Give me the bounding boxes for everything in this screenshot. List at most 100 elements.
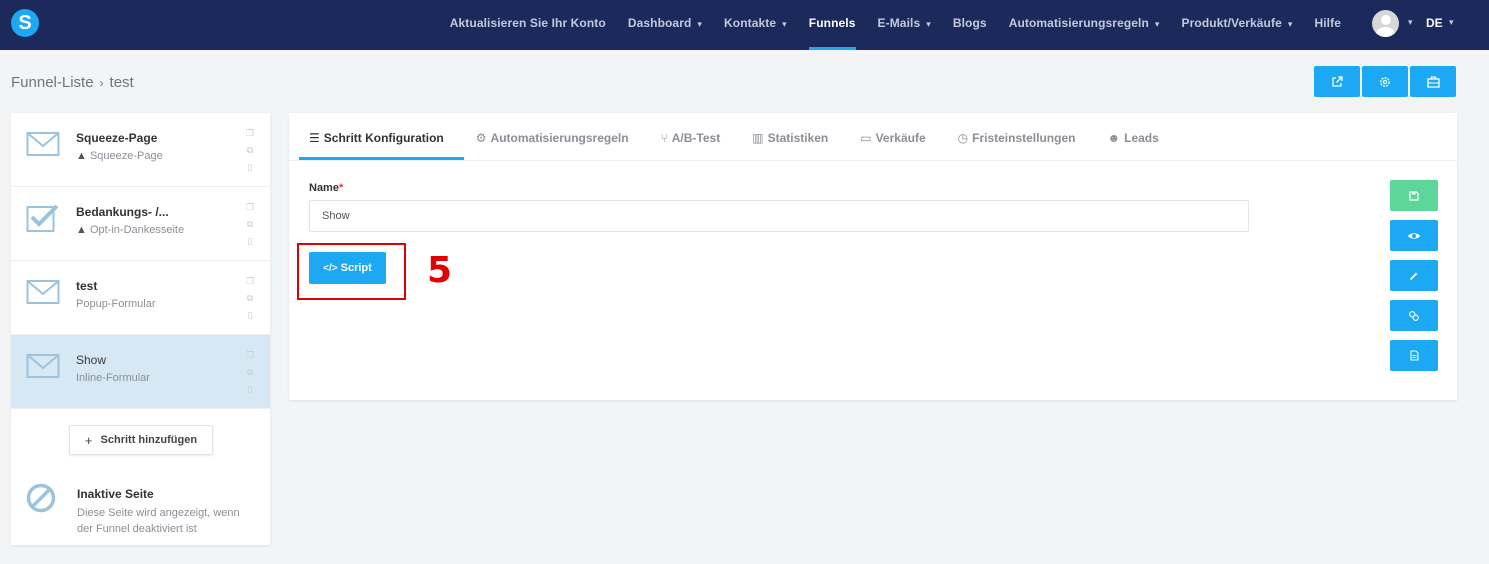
tab-divider xyxy=(289,160,1457,161)
add-step-button[interactable]: + Schritt hinzufügen xyxy=(69,425,213,455)
nav-item-automatisierungsregeln[interactable]: Automatisierungsregeln ▾ xyxy=(1009,0,1160,50)
document-icon xyxy=(1409,350,1419,361)
inactive-page-title[interactable]: Inaktive Seite xyxy=(77,487,154,501)
script-button[interactable]: </> Script xyxy=(309,252,386,284)
required-mark: * xyxy=(338,182,344,194)
chevron-down-icon: ▾ xyxy=(1154,19,1160,29)
gears-icon: ⚙ xyxy=(475,131,487,145)
tab-schritt-konfiguration[interactable]: ☰ Schritt Konfiguration xyxy=(299,113,464,160)
name-input[interactable] xyxy=(309,200,1249,232)
step-title: Show xyxy=(76,353,107,367)
step-subtitle: ▲ Opt-in-Dankesseite xyxy=(76,224,185,236)
tab-automatisierungsregeln[interactable]: ⚙ Automatisierungsregeln xyxy=(476,113,629,160)
nav-menu: Aktualisieren Sie Ihr Konto Dashboard ▾ K… xyxy=(428,0,1341,50)
chevron-down-icon[interactable]: ▾ xyxy=(1449,17,1454,28)
trash-icon[interactable]: ▯ xyxy=(245,384,255,394)
step-config-panel: ☰ Schritt Konfiguration ⚙ Automatisierungs… xyxy=(289,113,1457,400)
external-link-icon xyxy=(1332,75,1343,87)
preview-button[interactable] xyxy=(1390,220,1438,251)
nav-item-funnels[interactable]: Funnels xyxy=(808,0,856,50)
tab-leads[interactable]: ☻ Leads xyxy=(1107,113,1158,160)
ban-icon xyxy=(26,483,56,513)
tab-statistiken[interactable]: ▥ Statistiken xyxy=(752,113,828,160)
briefcase-button[interactable] xyxy=(1410,66,1456,97)
warning-icon: ▲ xyxy=(76,224,90,236)
trash-icon[interactable]: ▯ xyxy=(245,236,255,246)
step-title: test xyxy=(76,279,98,293)
save-button[interactable] xyxy=(1390,180,1438,211)
nav-item-produkt-verkaufe[interactable]: Produkt/Verkäufe ▾ xyxy=(1182,0,1293,50)
clone-icon[interactable]: ⧉ xyxy=(245,367,255,377)
tab-bar: ☰ Schritt Konfiguration ⚙ Automatisierungs… xyxy=(299,113,1191,160)
trash-icon[interactable]: ▯ xyxy=(245,310,255,320)
tab-verkaufe[interactable]: ▭ Verkäufe xyxy=(860,113,925,160)
funnel-steps-sidebar: Squeeze-Page ▲ Squeeze-Page ❐ ⧉ ▯ Bedank… xyxy=(11,113,270,545)
chevron-down-icon: ▾ xyxy=(782,19,787,29)
code-icon: </> xyxy=(323,262,338,274)
funnel-step[interactable]: Squeeze-Page ▲ Squeeze-Page ❐ ⧉ ▯ xyxy=(11,113,270,187)
funnel-step-active[interactable]: Show Inline-Formular ❐ ⧉ ▯ xyxy=(11,335,270,409)
chevron-down-icon: ▾ xyxy=(1287,19,1293,29)
users-icon: ☻ xyxy=(1107,131,1121,145)
checkbox-icon xyxy=(26,204,59,232)
breadcrumb: Funnel-Liste › test xyxy=(11,74,134,91)
clone-icon[interactable]: ⧉ xyxy=(245,293,255,303)
clock-icon: ◷ xyxy=(957,131,969,145)
copy-icon[interactable]: ❐ xyxy=(245,202,255,212)
envelope-icon xyxy=(26,280,60,304)
edit-design-button[interactable] xyxy=(1390,260,1438,291)
step-title: Bedankungs- /... xyxy=(76,205,169,219)
annotation-step-number: 5 xyxy=(427,250,453,291)
eye-icon xyxy=(1408,232,1420,239)
nav-item-upgrade[interactable]: Aktualisieren Sie Ihr Konto xyxy=(450,0,606,50)
logo[interactable]: S xyxy=(11,9,39,37)
clone-icon[interactable]: ⧉ xyxy=(245,219,255,229)
step-tools: ❐ ⧉ ▯ xyxy=(245,128,255,179)
name-label: Name* xyxy=(309,182,344,194)
top-navigation: S Aktualisieren Sie Ihr Konto Dashboard ▾… xyxy=(0,0,1489,50)
trash-icon[interactable]: ▯ xyxy=(245,162,255,172)
nav-item-emails[interactable]: E-Mails ▾ xyxy=(878,0,931,50)
avatar-head xyxy=(1381,15,1391,25)
warning-icon: ▲ xyxy=(76,150,90,162)
link-button[interactable] xyxy=(1390,300,1438,331)
nav-item-blogs[interactable]: Blogs xyxy=(953,0,987,50)
money-icon: ▭ xyxy=(860,131,872,145)
split-icon: ⑂ xyxy=(660,131,668,145)
avatar-torso xyxy=(1376,27,1395,37)
chevron-down-icon[interactable]: ▾ xyxy=(1408,17,1413,28)
step-tools: ❐ ⧉ ▯ xyxy=(245,202,255,253)
plus-icon: + xyxy=(84,432,93,448)
document-button[interactable] xyxy=(1390,340,1438,371)
avatar[interactable] xyxy=(1372,10,1399,37)
envelope-icon xyxy=(26,354,60,378)
step-subtitle: Inline-Formular xyxy=(76,372,150,384)
nav-item-kontakte[interactable]: Kontakte ▾ xyxy=(724,0,787,50)
copy-icon[interactable]: ❐ xyxy=(245,350,255,360)
side-actions xyxy=(1390,180,1438,380)
tab-ab-test[interactable]: ⑂ A/B-Test xyxy=(661,113,721,160)
nav-item-dashboard[interactable]: Dashboard ▾ xyxy=(628,0,702,50)
external-link-button[interactable] xyxy=(1314,66,1360,97)
magic-wand-icon xyxy=(1409,271,1418,280)
funnel-step[interactable]: test Popup-Formular ❐ ⧉ ▯ xyxy=(11,261,270,335)
bar-chart-icon: ▥ xyxy=(752,131,764,145)
breadcrumb-parent[interactable]: Funnel-Liste xyxy=(11,74,94,91)
envelope-icon xyxy=(26,132,60,156)
briefcase-icon xyxy=(1426,76,1440,88)
step-subtitle: ▲ Squeeze-Page xyxy=(76,150,163,162)
clone-icon[interactable]: ⧉ xyxy=(245,145,255,155)
funnel-step[interactable]: Bedankungs- /... ▲ Opt-in-Dankesseite ❐ … xyxy=(11,187,270,261)
chevron-down-icon: ▾ xyxy=(697,19,703,29)
settings-button[interactable] xyxy=(1362,66,1408,97)
copy-icon[interactable]: ❐ xyxy=(245,128,255,138)
list-icon: ☰ xyxy=(309,131,320,145)
save-icon xyxy=(1409,190,1419,201)
nav-item-hilfe[interactable]: Hilfe xyxy=(1314,0,1341,50)
step-tools: ❐ ⧉ ▯ xyxy=(245,350,255,401)
tab-fristeinstellungen[interactable]: ◷ Fristeinstellungen xyxy=(958,113,1076,160)
step-subtitle: Popup-Formular xyxy=(76,298,156,310)
breadcrumb-current: test xyxy=(109,74,134,91)
copy-icon[interactable]: ❐ xyxy=(245,276,255,286)
language-selector[interactable]: DE xyxy=(1426,16,1443,30)
